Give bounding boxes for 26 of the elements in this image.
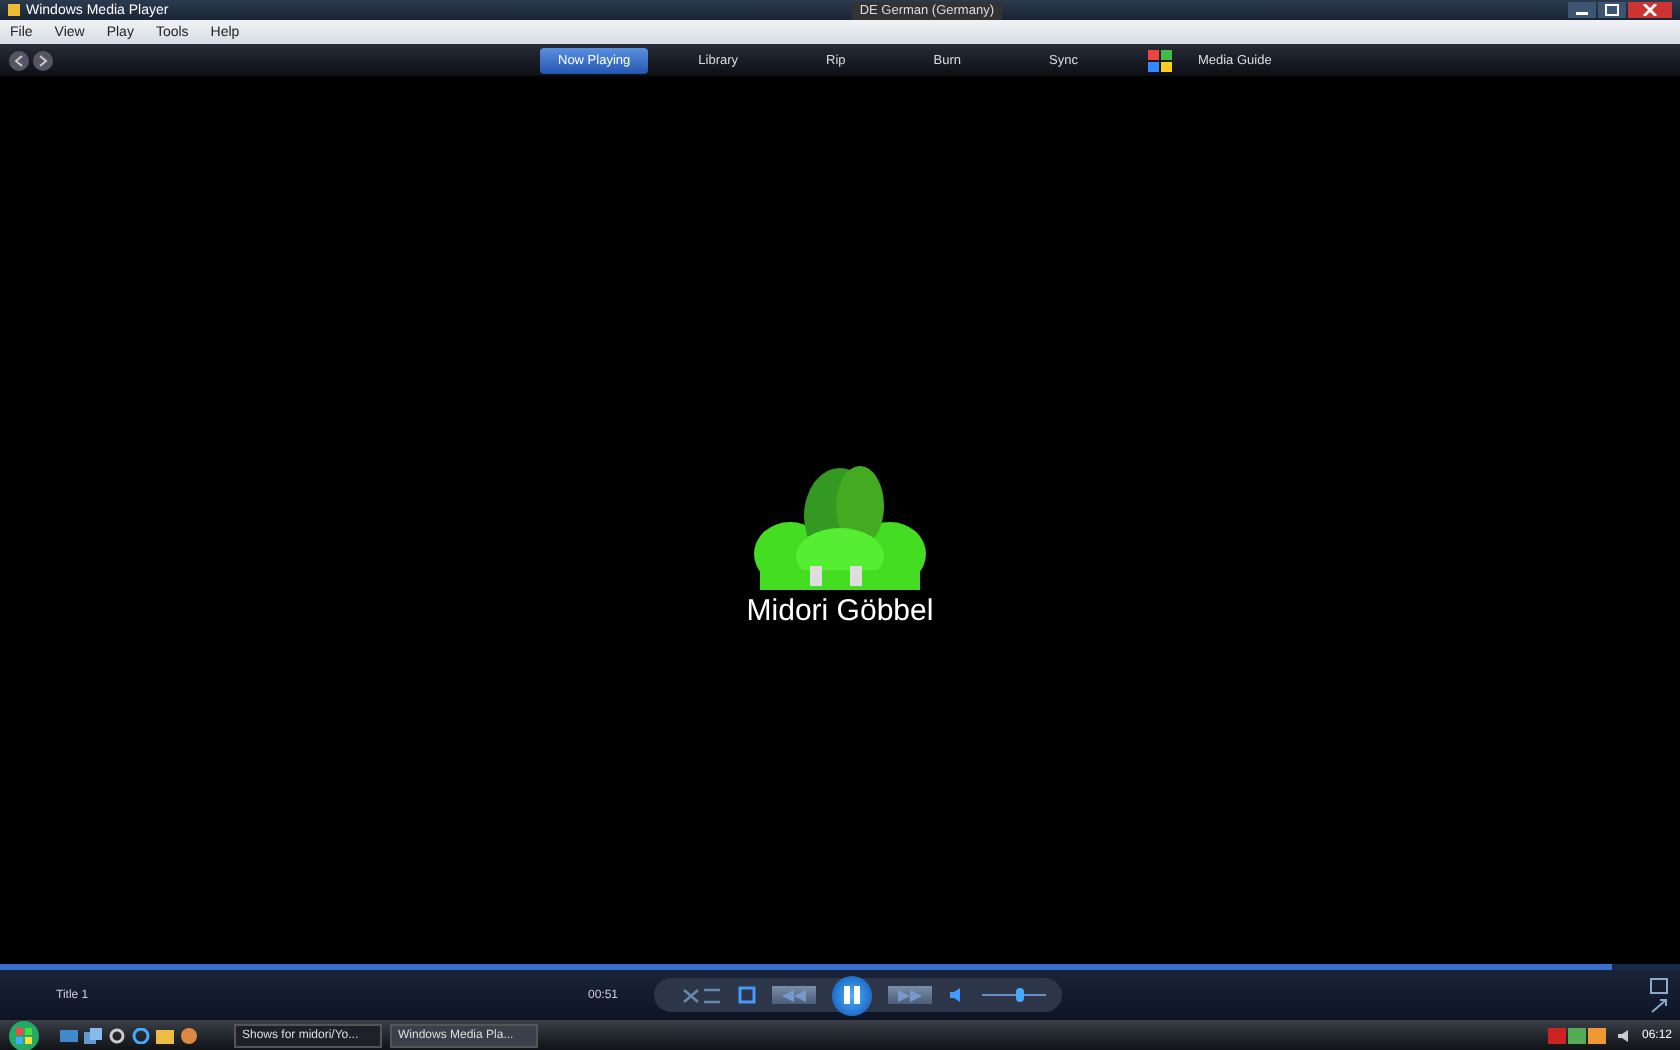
pause-icon xyxy=(844,986,861,1004)
maximize-icon xyxy=(1604,4,1620,16)
full-screen-icon[interactable] xyxy=(1650,977,1668,993)
back-icon[interactable] xyxy=(8,49,30,71)
start-button[interactable] xyxy=(8,1019,40,1050)
speaker-icon[interactable] xyxy=(1615,1027,1634,1043)
stop-icon[interactable] xyxy=(738,986,757,1004)
rewind-icon xyxy=(780,989,809,1001)
folder-icon[interactable] xyxy=(156,1027,174,1043)
minimize-button[interactable] xyxy=(1568,2,1596,18)
desktop-icon[interactable] xyxy=(60,1027,78,1043)
maximize-button[interactable] xyxy=(1598,2,1626,18)
mini-mode-icon[interactable] xyxy=(1650,997,1668,1013)
artist-name: Midori Göbbel xyxy=(746,593,934,627)
tray-icon[interactable] xyxy=(1547,1027,1608,1043)
window-switch-icon[interactable] xyxy=(84,1027,102,1043)
fast-forward-icon xyxy=(896,989,925,1001)
windows-flag-icon xyxy=(1147,49,1172,71)
forward-icon[interactable] xyxy=(32,49,54,71)
app-icon xyxy=(8,4,20,16)
pause-button[interactable] xyxy=(832,975,873,1015)
close-icon xyxy=(1642,4,1658,16)
close-button[interactable] xyxy=(1628,2,1672,18)
shuffle-icon[interactable] xyxy=(682,987,723,1003)
previous-button[interactable] xyxy=(772,986,817,1004)
next-button[interactable] xyxy=(888,986,933,1004)
